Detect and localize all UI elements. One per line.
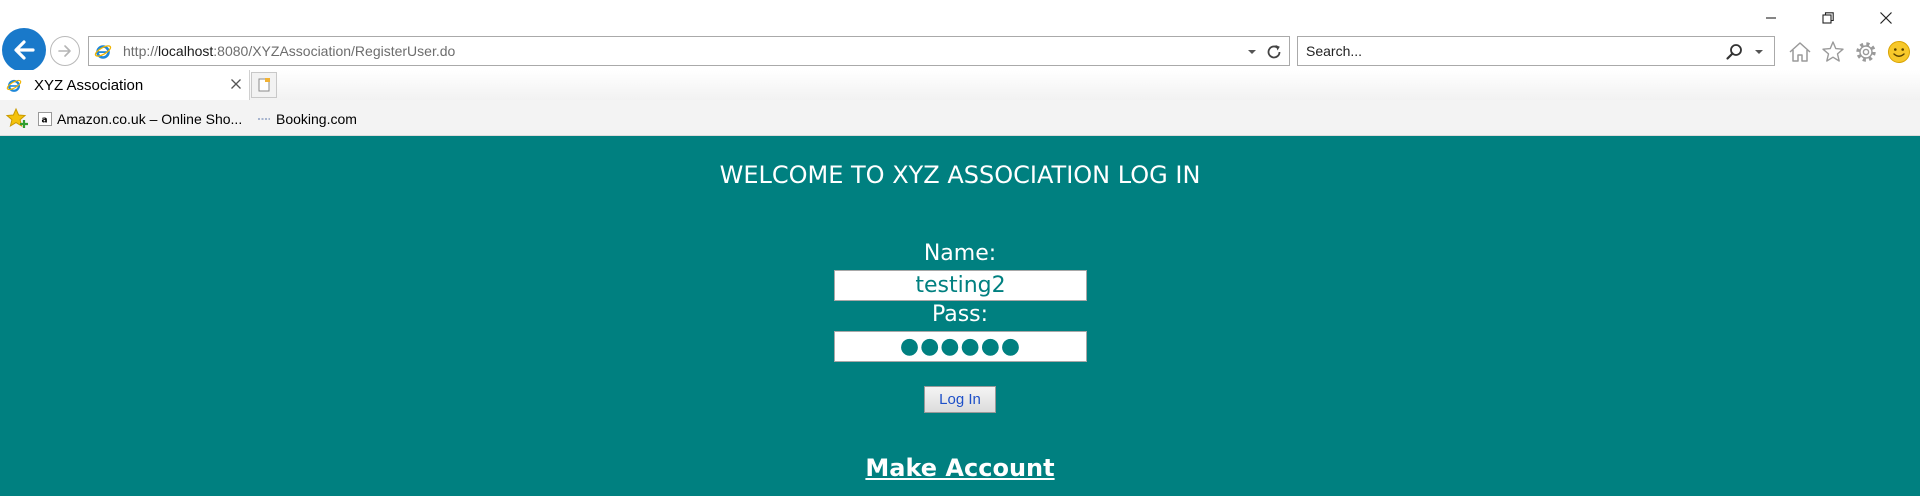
password-input[interactable] bbox=[834, 331, 1087, 362]
minimize-button[interactable] bbox=[1756, 6, 1786, 30]
new-tab-icon bbox=[258, 78, 270, 92]
ie-logo-icon bbox=[6, 79, 22, 92]
browser-chrome: http://localhost:8080/XYZAssociation/Reg… bbox=[0, 0, 1920, 136]
chevron-down-icon[interactable] bbox=[1245, 45, 1259, 59]
make-account-container: Make Account bbox=[0, 454, 1920, 482]
page-title: WELCOME TO XYZ ASSOCIATION LOG IN bbox=[719, 161, 1201, 189]
favorite-item-label: Amazon.co.uk – Online Sho... bbox=[57, 111, 243, 127]
forward-button[interactable] bbox=[50, 36, 80, 66]
page-content: WELCOME TO XYZ ASSOCIATION LOG IN Name: … bbox=[0, 136, 1920, 496]
log-in-button[interactable]: Log In bbox=[924, 386, 996, 413]
tab-close-button[interactable] bbox=[228, 76, 244, 92]
address-url[interactable]: http://localhost:8080/XYZAssociation/Reg… bbox=[123, 43, 455, 59]
new-tab-button[interactable] bbox=[251, 72, 277, 98]
search-input[interactable] bbox=[1298, 37, 1698, 65]
restore-icon bbox=[1822, 12, 1834, 24]
close-window-button[interactable] bbox=[1871, 6, 1901, 30]
favorite-item-label: Booking.com bbox=[276, 111, 357, 127]
name-input[interactable] bbox=[834, 270, 1087, 301]
name-label: Name: bbox=[923, 241, 997, 266]
smiley-feedback-icon[interactable] bbox=[1885, 38, 1913, 66]
refresh-icon[interactable] bbox=[1264, 42, 1284, 62]
search-box[interactable] bbox=[1297, 36, 1775, 66]
minimize-icon bbox=[1766, 17, 1776, 19]
add-to-favorites-bar-icon[interactable] bbox=[5, 107, 29, 131]
navigation-bar: http://localhost:8080/XYZAssociation/Reg… bbox=[0, 0, 1920, 72]
tab-xyz-association[interactable]: XYZ Association bbox=[0, 70, 250, 100]
pass-label: Pass: bbox=[931, 302, 989, 327]
search-icon[interactable] bbox=[1724, 42, 1744, 62]
favorite-item-booking[interactable]: Booking.com bbox=[257, 109, 357, 129]
tab-title: XYZ Association bbox=[34, 77, 144, 94]
address-bar[interactable]: http://localhost:8080/XYZAssociation/Reg… bbox=[88, 36, 1290, 66]
gear-icon[interactable] bbox=[1852, 38, 1880, 66]
arrow-right-icon bbox=[58, 45, 71, 57]
chevron-down-icon[interactable] bbox=[1752, 45, 1766, 59]
favorite-item-amazon[interactable]: a Amazon.co.uk – Online Sho... bbox=[38, 109, 242, 129]
favorites-star-icon[interactable] bbox=[1819, 38, 1847, 66]
close-icon bbox=[231, 79, 241, 89]
svg-text:a: a bbox=[42, 116, 48, 126]
home-icon[interactable] bbox=[1786, 38, 1814, 66]
back-button[interactable] bbox=[2, 28, 46, 72]
restore-button[interactable] bbox=[1813, 6, 1843, 30]
ie-logo-icon bbox=[94, 45, 112, 59]
amazon-icon: a bbox=[38, 112, 52, 126]
close-icon bbox=[1880, 12, 1892, 24]
arrow-left-icon bbox=[14, 40, 35, 60]
favorites-bar: a Amazon.co.uk – Online Sho... Booking.c… bbox=[0, 100, 1920, 136]
booking-icon bbox=[257, 112, 271, 126]
make-account-link[interactable]: Make Account bbox=[865, 454, 1054, 482]
tab-bar: XYZ Association bbox=[0, 70, 1920, 100]
